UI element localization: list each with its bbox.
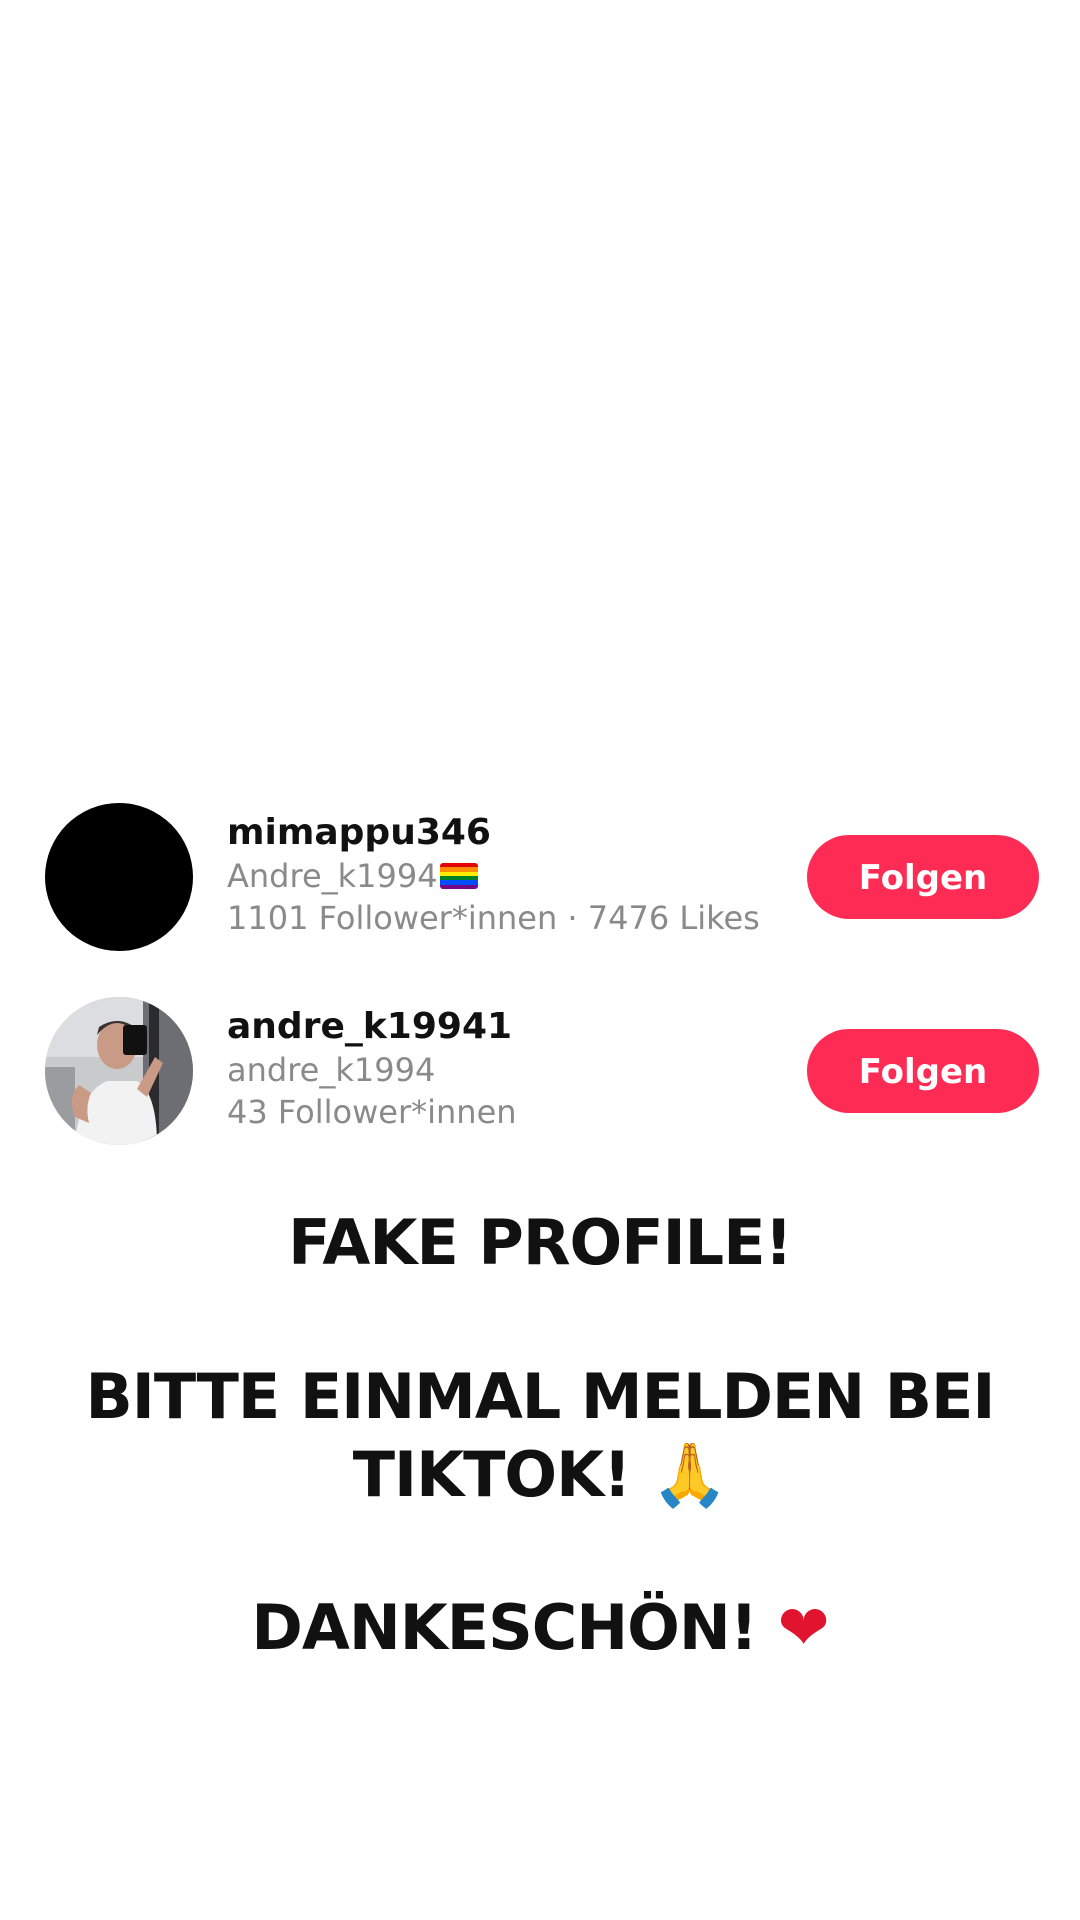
username: mimappu346: [227, 812, 491, 853]
display-name: andre_k1994: [227, 1051, 436, 1089]
message-line: DANKESCHÖN! ❤: [0, 1590, 1080, 1666]
user-result-row[interactable]: andre_k19941 andre_k1994 43 Follower*inn…: [0, 997, 1080, 1147]
user-info[interactable]: mimappu346 Andre_k1994 1101 Follower*inn…: [227, 803, 787, 939]
user-info[interactable]: andre_k19941 andre_k1994 43 Follower*inn…: [227, 997, 787, 1133]
praying-hands-icon: 🙏: [651, 1438, 728, 1511]
message-text: DANKESCHÖN!: [251, 1591, 758, 1664]
message-text: TIKTOK!: [352, 1438, 632, 1511]
username: andre_k19941: [227, 1006, 513, 1047]
message-line: TIKTOK! 🙏: [0, 1436, 1080, 1514]
display-name: Andre_k1994: [227, 857, 438, 895]
message-block: BITTE EINMAL MELDEN BEI TIKTOK! 🙏: [0, 1358, 1080, 1514]
follower-stats: 1101 Follower*innen · 7476 Likes: [227, 899, 760, 937]
message-line: FAKE PROFILE!: [288, 1206, 793, 1279]
avatar[interactable]: [45, 803, 193, 951]
page: mimappu346 Andre_k1994 1101 Follower*inn…: [0, 0, 1080, 1920]
follow-button[interactable]: Folgen: [807, 835, 1039, 919]
user-result-row[interactable]: mimappu346 Andre_k1994 1101 Follower*inn…: [0, 803, 1080, 953]
profile-photo: [45, 997, 193, 1145]
message-line: BITTE EINMAL MELDEN BEI: [85, 1360, 996, 1433]
rainbow-flag-icon: [439, 863, 478, 889]
follower-stats: 43 Follower*innen: [227, 1093, 517, 1131]
display-name-line: Andre_k1994: [227, 855, 787, 897]
heart-icon: ❤: [777, 1591, 830, 1664]
avatar[interactable]: [45, 997, 193, 1145]
follow-button[interactable]: Folgen: [807, 1029, 1039, 1113]
